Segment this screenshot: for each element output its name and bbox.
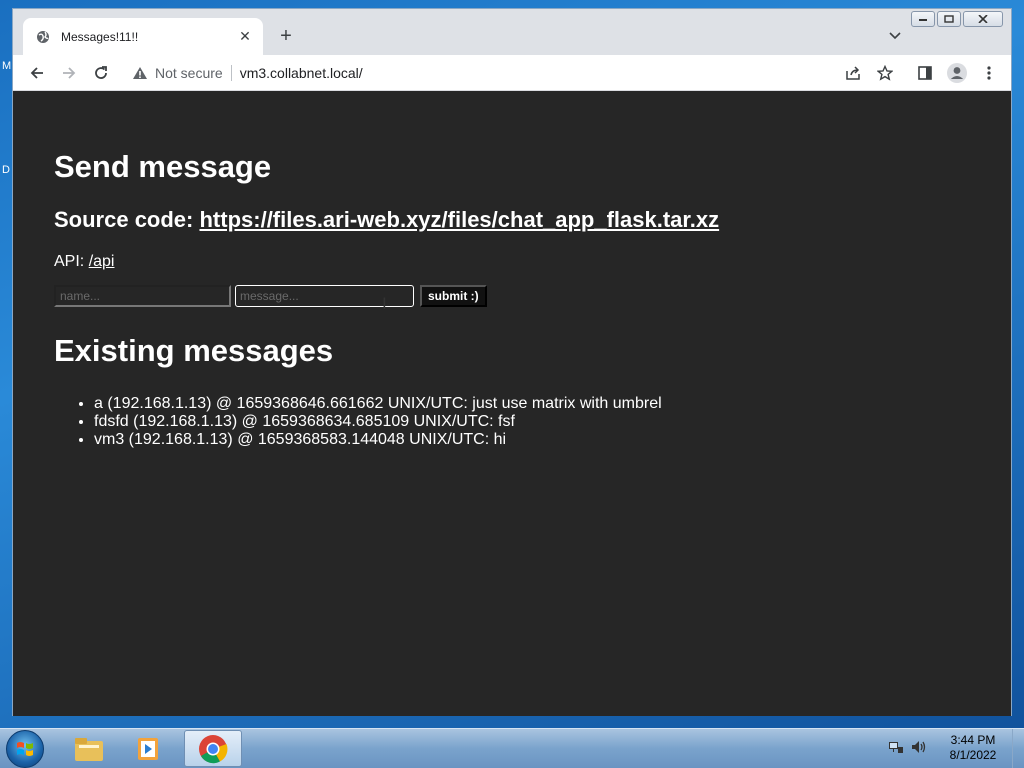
browser-toolbar: Not secure vm3.collabnet.local/: [13, 55, 1011, 91]
window-controls: [911, 11, 1003, 27]
page-title: Send message: [54, 149, 272, 184]
submit-button[interactable]: submit :): [420, 285, 487, 307]
media-player-icon[interactable]: [120, 730, 178, 767]
start-button[interactable]: [6, 730, 44, 768]
desktop-icon-label: M: [2, 60, 12, 72]
show-desktop-button[interactable]: [1012, 729, 1024, 768]
volume-icon[interactable]: [910, 739, 928, 760]
new-tab-button[interactable]: +: [275, 25, 297, 47]
security-status: Not secure: [155, 65, 223, 81]
source-code-line: Source code: https://files.ari-web.xyz/f…: [54, 207, 1011, 233]
clock-time: 3:44 PM: [950, 733, 996, 747]
reload-icon[interactable]: [89, 61, 113, 85]
source-code-label: Source code:: [54, 207, 200, 232]
address-bar[interactable]: Not secure vm3.collabnet.local/: [123, 59, 873, 87]
browser-window: Messages!11!! ✕ + Not secure vm3.collabn…: [12, 8, 1012, 716]
page-viewport: Send message Source code: https://files.…: [13, 91, 1011, 716]
desktop-icon-label: D: [2, 164, 10, 176]
file-explorer-icon[interactable]: [60, 730, 118, 767]
system-clock[interactable]: 3:44 PM 8/1/2022: [940, 733, 1006, 763]
omnibox-divider: [230, 65, 232, 81]
menu-dots-icon[interactable]: [977, 61, 1001, 85]
text-cursor-icon: Ⅰ: [382, 296, 387, 313]
bookmark-star-icon[interactable]: [873, 61, 897, 85]
taskbar: 3:44 PM 8/1/2022: [0, 728, 1024, 768]
share-icon[interactable]: [841, 61, 865, 85]
globe-icon: [35, 29, 51, 45]
api-line: API: /api: [54, 253, 1011, 271]
clock-date: 8/1/2022: [949, 748, 997, 762]
message-form: submit :): [54, 285, 1011, 307]
messages-heading: Existing messages: [54, 333, 334, 368]
api-link[interactable]: /api: [89, 253, 115, 270]
url-text[interactable]: vm3.collabnet.local/: [240, 65, 363, 81]
browser-tab[interactable]: Messages!11!! ✕: [23, 18, 263, 55]
back-arrow-icon[interactable]: [25, 61, 49, 85]
maximize-button[interactable]: [937, 11, 961, 27]
api-label: API:: [54, 253, 89, 270]
profile-avatar-icon[interactable]: [945, 61, 969, 85]
system-tray: [888, 739, 928, 760]
list-item: vm3 (192.168.1.13) @ 1659368583.144048 U…: [94, 431, 1011, 449]
minimize-button[interactable]: [911, 11, 935, 27]
source-code-link[interactable]: https://files.ari-web.xyz/files/chat_app…: [199, 207, 719, 232]
network-icon[interactable]: [888, 739, 904, 760]
close-tab-icon[interactable]: ✕: [237, 28, 253, 45]
list-item: a (192.168.1.13) @ 1659368646.661662 UNI…: [94, 395, 1011, 413]
tab-title: Messages!11!!: [61, 29, 139, 44]
forward-arrow-icon[interactable]: [57, 61, 81, 85]
tab-strip: Messages!11!! ✕ +: [13, 9, 1011, 55]
name-input[interactable]: [54, 285, 231, 307]
tab-search-chevron-icon[interactable]: [885, 26, 905, 46]
chrome-taskbar-icon[interactable]: [184, 730, 242, 767]
side-panel-icon[interactable]: [913, 61, 937, 85]
message-list: a (192.168.1.13) @ 1659368646.661662 UNI…: [54, 395, 1011, 449]
close-window-button[interactable]: [963, 11, 1003, 27]
list-item: fdsfd (192.168.1.13) @ 1659368634.685109…: [94, 413, 1011, 431]
message-input[interactable]: [235, 285, 414, 307]
warning-icon[interactable]: [131, 64, 149, 82]
